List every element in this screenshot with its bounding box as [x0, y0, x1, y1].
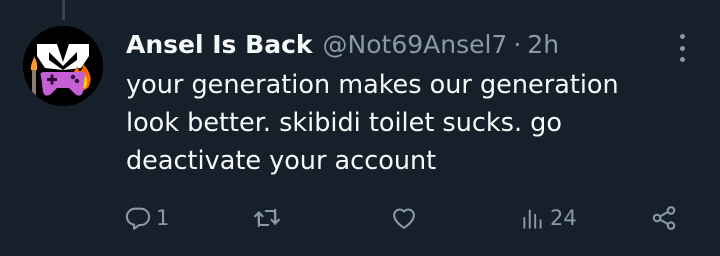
share-button[interactable] — [650, 200, 678, 236]
tweet-text-line: your generation makes our generation — [126, 70, 619, 100]
tweet-text-line: deactivate your account — [126, 146, 437, 176]
views-icon — [523, 209, 542, 229]
views-button[interactable]: 24 — [520, 200, 577, 236]
user-handle[interactable]: @Not69Ansel7 — [323, 30, 508, 59]
timestamp[interactable]: 2h — [527, 30, 559, 59]
gamepad-fire-avatar-icon — [23, 26, 103, 106]
heart-icon — [393, 208, 415, 229]
reply-button[interactable]: 1 — [124, 200, 169, 236]
reply-count: 1 — [156, 206, 170, 230]
share-icon — [652, 206, 676, 230]
tweet-text: your generation makes our generation loo… — [126, 66, 686, 180]
tweet-text-line: look better. skibidi toilet sucks. go — [126, 108, 562, 138]
avatar[interactable] — [23, 26, 103, 106]
views-count: 24 — [550, 206, 577, 230]
retweet-icon — [254, 208, 280, 228]
separator-dot: · — [513, 29, 522, 59]
reply-icon — [125, 207, 151, 230]
display-name[interactable]: Ansel Is Back — [126, 30, 313, 59]
tweet-header: Ansel Is Back @Not69Ansel7 · 2h — [126, 26, 670, 62]
more-options-icon[interactable] — [678, 34, 686, 62]
retweet-button[interactable] — [252, 200, 282, 236]
thread-connector-line — [62, 0, 65, 20]
like-button[interactable] — [390, 200, 418, 236]
tweet-actions-bar: 1 24 — [124, 200, 700, 236]
